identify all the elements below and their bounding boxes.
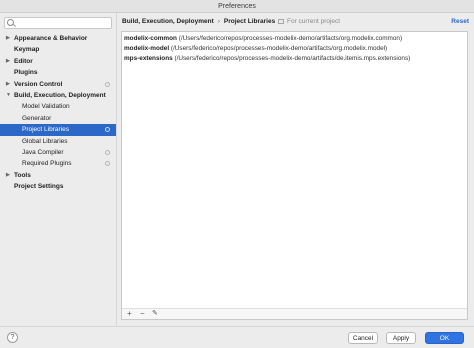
libraries-list: modelix-common (/Users/federico/repos/pr… — [122, 32, 467, 66]
sidebar-item-label: Tools — [14, 171, 31, 179]
breadcrumb-parent[interactable]: Build, Execution, Deployment — [122, 18, 214, 25]
sidebar-item-label: Keymap — [14, 46, 40, 54]
sidebar-item-label: Generator — [22, 114, 52, 122]
libraries-toolbar: + − ✎ — [122, 308, 467, 319]
libraries-panel: modelix-common (/Users/federico/repos/pr… — [121, 31, 468, 320]
search-icon — [7, 19, 14, 26]
remove-icon[interactable]: − — [140, 309, 145, 319]
sidebar-item-tools[interactable]: ▶ Tools — [0, 170, 116, 181]
chevron-right-icon[interactable]: ▶ — [6, 33, 10, 44]
sidebar-item-global-libraries[interactable]: Global Libraries — [0, 136, 116, 147]
project-level-icon — [105, 127, 110, 133]
sidebar-item-label: Plugins — [14, 69, 38, 77]
sidebar-item-project-settings[interactable]: Project Settings — [0, 181, 116, 192]
chevron-right-icon[interactable]: ▶ — [6, 79, 10, 90]
sidebar-item-label: Version Control — [14, 80, 63, 88]
help-button[interactable]: ? — [7, 332, 18, 343]
sidebar-item-label: Model Validation — [22, 103, 70, 111]
sidebar-item-label: Editor — [14, 57, 33, 65]
sidebar-item-required-plugins[interactable]: Required Plugins — [0, 158, 116, 169]
library-path: (/Users/federico/repos/processes-modelix… — [170, 45, 388, 52]
sidebar-item-label: Build, Execution, Deployment — [14, 91, 106, 99]
library-path: (/Users/federico/repos/processes-modelix… — [178, 35, 403, 42]
breadcrumb-separator: › — [217, 18, 220, 25]
sidebar-item-appearance-behavior[interactable]: ▶ Appearance & Behavior — [0, 33, 116, 44]
chevron-right-icon[interactable]: ▶ — [6, 56, 10, 67]
sidebar-item-java-compiler[interactable]: Java Compiler — [0, 147, 116, 158]
reset-link[interactable]: Reset — [451, 16, 469, 28]
library-item[interactable]: modelix-model (/Users/federico/repos/pro… — [124, 44, 465, 54]
sidebar-item-version-control[interactable]: ▶ Version Control — [0, 79, 116, 90]
chevron-down-icon[interactable]: ▼ — [6, 90, 11, 101]
scope-label: For current project — [287, 18, 341, 25]
search-box[interactable] — [4, 17, 112, 29]
project-level-icon — [105, 81, 110, 87]
project-level-icon — [105, 149, 110, 155]
content-pane: Build, Execution, Deployment › Project Lib… — [118, 13, 474, 326]
sidebar-item-label: Required Plugins — [22, 160, 72, 168]
sidebar-item-build-execution-deployment[interactable]: ▼ Build, Execution, Deployment — [0, 90, 116, 101]
chevron-right-icon[interactable]: ▶ — [6, 170, 10, 181]
sidebar-item-plugins[interactable]: Plugins — [0, 67, 116, 78]
cancel-button[interactable]: Cancel — [348, 332, 378, 344]
library-item[interactable]: modelix-common (/Users/federico/repos/pr… — [124, 34, 465, 44]
library-name: mps-extensions — [124, 55, 173, 62]
window-title: Preferences — [0, 0, 474, 13]
settings-tree: ▶ Appearance & Behavior Keymap ▶ Editor Plugi… — [0, 33, 116, 192]
project-level-icon — [105, 161, 110, 167]
sidebar-item-project-libraries[interactable]: Project Libraries — [0, 124, 116, 136]
library-name: modelix-model — [124, 45, 170, 52]
ok-button[interactable]: OK — [425, 332, 464, 344]
sidebar-item-label: Project Settings — [14, 183, 64, 191]
sidebar-item-model-validation[interactable]: Model Validation — [0, 101, 116, 112]
library-item[interactable]: mps-extensions (/Users/federico/repos/pr… — [124, 54, 465, 64]
settings-sidebar: ▶ Appearance & Behavior Keymap ▶ Editor Plugi… — [0, 13, 117, 326]
scope-hint: For current project — [278, 16, 340, 28]
sidebar-item-label: Java Compiler — [22, 148, 64, 156]
sidebar-item-label: Appearance & Behavior — [14, 35, 88, 42]
library-name: modelix-common — [124, 35, 177, 42]
breadcrumb-current: Project Libraries — [223, 18, 276, 25]
library-path: (/Users/federico/repos/processes-modelix… — [174, 55, 411, 62]
sidebar-item-keymap[interactable]: Keymap — [0, 44, 116, 55]
add-icon[interactable]: + — [127, 309, 132, 319]
sidebar-item-generator[interactable]: Generator — [0, 113, 116, 124]
apply-button[interactable]: Apply — [386, 332, 416, 344]
sidebar-item-editor[interactable]: ▶ Editor — [0, 56, 116, 67]
sidebar-item-label: Project Libraries — [22, 126, 69, 134]
edit-icon[interactable]: ✎ — [152, 309, 158, 319]
breadcrumb: Build, Execution, Deployment › Project Lib… — [122, 16, 275, 28]
sidebar-item-label: Global Libraries — [22, 137, 68, 145]
search-input[interactable] — [17, 19, 109, 28]
dialog-footer: ? Cancel Apply OK — [0, 326, 474, 348]
project-scope-icon — [278, 19, 284, 24]
